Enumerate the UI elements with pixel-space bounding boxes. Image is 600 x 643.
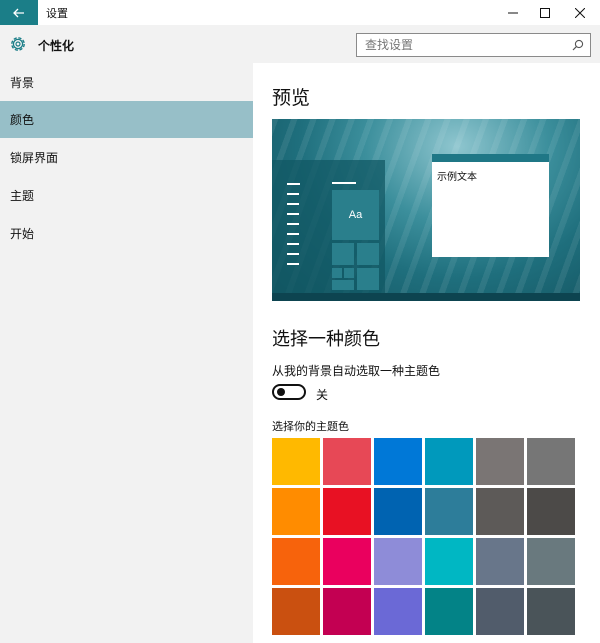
title-bar: 设置 [0, 0, 600, 25]
sidebar-item-start[interactable]: 开始 [0, 215, 253, 252]
color-swatch[interactable] [476, 538, 524, 585]
sidebar-item-label: 锁屏界面 [10, 151, 59, 165]
toggle-state-label: 关 [316, 388, 329, 402]
gear-icon [11, 37, 25, 51]
color-swatch[interactable] [527, 538, 575, 585]
theme-preview: Aa 示例文本 [272, 119, 580, 301]
search-icon[interactable] [572, 39, 584, 51]
color-swatch[interactable] [272, 588, 320, 635]
color-swatch[interactable] [527, 588, 575, 635]
preview-menu-line [287, 183, 300, 185]
preview-sample-text: 示例文本 [437, 172, 477, 183]
maximize-icon [540, 7, 550, 18]
sidebar: 背景 颜色 锁屏界面 主题 开始 [0, 63, 253, 643]
sidebar-item-lock-screen[interactable]: 锁屏界面 [0, 139, 253, 176]
color-swatch[interactable] [323, 438, 371, 485]
sidebar-item-label: 主题 [10, 189, 35, 203]
sidebar-item-label: 颜色 [10, 113, 35, 127]
color-swatch[interactable] [374, 488, 422, 535]
minimize-button[interactable] [496, 0, 530, 25]
color-swatch[interactable] [374, 438, 422, 485]
color-swatch[interactable] [272, 488, 320, 535]
minimize-icon [508, 12, 518, 13]
color-swatch[interactable] [476, 438, 524, 485]
preview-menu-line [287, 233, 299, 235]
color-swatch[interactable] [425, 538, 473, 585]
color-swatch[interactable] [476, 588, 524, 635]
sidebar-item-themes[interactable]: 主题 [0, 177, 253, 214]
page-header: 个性化 [0, 25, 600, 63]
auto-accent-label: 从我的背景自动选取一种主题色 [272, 364, 441, 378]
color-swatch[interactable] [272, 538, 320, 585]
preview-tile [332, 243, 354, 265]
maximize-button[interactable] [528, 0, 562, 25]
preview-menu-line [287, 203, 299, 205]
sidebar-item-colors[interactable]: 颜色 [0, 101, 253, 138]
color-swatch[interactable] [323, 488, 371, 535]
preview-window: 示例文本 [432, 154, 549, 257]
color-swatch[interactable] [425, 488, 473, 535]
color-swatch[interactable] [527, 438, 575, 485]
color-swatch[interactable] [425, 438, 473, 485]
preview-menu-line [287, 253, 299, 255]
color-swatch[interactable] [425, 588, 473, 635]
preview-menu-line [287, 213, 299, 215]
color-swatch[interactable] [476, 488, 524, 535]
preview-menu-line [287, 243, 299, 245]
color-swatch[interactable] [527, 488, 575, 535]
back-arrow-icon [13, 8, 24, 17]
color-swatch[interactable] [323, 588, 371, 635]
sidebar-item-label: 开始 [10, 227, 35, 241]
auto-accent-toggle[interactable] [272, 384, 306, 400]
preview-menu-line [332, 182, 356, 184]
preview-tile [357, 243, 379, 265]
preview-heading: 预览 [272, 88, 311, 109]
page-title: 个性化 [38, 39, 75, 53]
sidebar-item-label: 背景 [10, 76, 35, 90]
close-button[interactable] [563, 0, 597, 25]
search-input[interactable] [357, 35, 562, 55]
preview-tile-aa: Aa [332, 190, 379, 240]
preview-tile [357, 268, 379, 290]
color-swatch[interactable] [374, 588, 422, 635]
close-icon [575, 7, 585, 18]
choose-color-heading: 选择一种颜色 [272, 329, 380, 349]
toggle-knob [277, 388, 285, 396]
main-content: 预览 Aa 示例文本 选择一种颜色 从我的背景自动选取一种主题色 关 选择你的主… [253, 63, 600, 643]
preview-menu-line [287, 223, 299, 225]
preview-tiles: Aa [332, 190, 379, 300]
color-swatch[interactable] [374, 538, 422, 585]
color-swatch[interactable] [272, 438, 320, 485]
preview-tile [344, 268, 354, 278]
search-box[interactable] [356, 33, 591, 57]
sidebar-item-background[interactable]: 背景 [0, 64, 253, 101]
window-title: 设置 [46, 8, 68, 20]
back-button[interactable] [0, 0, 38, 25]
preview-tile [332, 280, 354, 290]
preview-taskbar [272, 293, 580, 301]
accent-color-label: 选择你的主题色 [272, 421, 349, 433]
preview-tile [332, 268, 342, 278]
preview-menu-line [287, 263, 299, 265]
preview-menu-line [287, 193, 299, 195]
color-swatch[interactable] [323, 538, 371, 585]
